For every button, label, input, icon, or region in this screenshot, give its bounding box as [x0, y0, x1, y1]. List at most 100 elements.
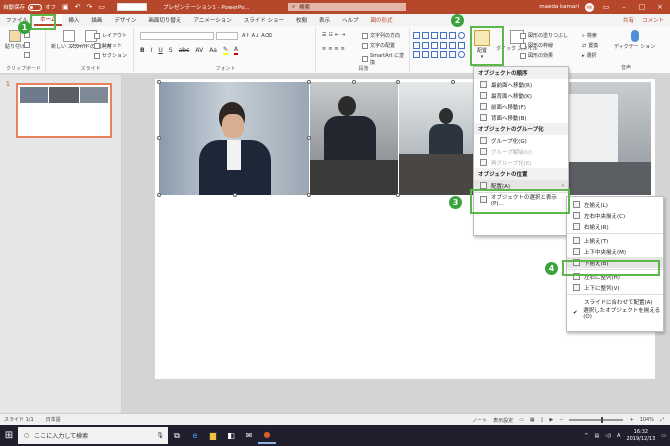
clear-format-icon[interactable]: A⌫	[261, 33, 272, 39]
increase-font-icon[interactable]: A↑	[242, 33, 250, 39]
send-to-back-item[interactable]: 最背面へ移動(K)	[474, 90, 568, 101]
normal-view-icon[interactable]: ▭	[519, 417, 524, 423]
shape-brace-icon[interactable]	[431, 51, 438, 59]
group-item[interactable]: グループ化(G)	[474, 135, 568, 146]
avatar[interactable]: MK	[585, 2, 594, 12]
align-buttons[interactable]: ≡ ≡ ≡ ≡	[322, 46, 345, 52]
shape-arrow-icon[interactable]	[440, 41, 447, 49]
align-center-item[interactable]: 左右中央揃え(C)	[567, 210, 663, 221]
slideshow-view-icon[interactable]: ▶	[549, 417, 553, 423]
language-indicator[interactable]: 日本語	[46, 416, 61, 423]
zoom-slider[interactable]	[569, 417, 624, 423]
selection-handle[interactable]	[451, 80, 455, 84]
align-middle-item[interactable]: 上下中央揃え(M)	[567, 246, 663, 257]
tab-review[interactable]: 校閲	[290, 14, 313, 26]
minimize-icon[interactable]: –	[618, 3, 630, 11]
selection-handle[interactable]	[157, 193, 161, 197]
italic-icon[interactable]: I	[151, 47, 153, 54]
quick-access-box[interactable]	[117, 3, 148, 11]
font-name-select[interactable]	[140, 32, 214, 40]
tab-design[interactable]: デザイン	[108, 14, 142, 26]
replace-button[interactable]: ⇄ 置換	[582, 42, 598, 50]
shape-line-icon[interactable]	[422, 41, 429, 49]
shape-star-icon[interactable]	[440, 51, 447, 59]
char-spacing-icon[interactable]: AV	[195, 47, 203, 54]
shape-rect-icon[interactable]	[449, 41, 456, 49]
shape-brace-icon[interactable]	[422, 51, 429, 59]
selection-handle[interactable]	[307, 193, 311, 197]
store-icon[interactable]: ◧	[222, 427, 240, 444]
start-slideshow-icon[interactable]: ▭	[98, 3, 105, 11]
shape-line-icon[interactable]	[440, 32, 447, 39]
align-left-icon[interactable]: ≡	[322, 46, 326, 52]
align-right-icon[interactable]: ≡	[334, 46, 338, 52]
tab-animations[interactable]: アニメーション	[187, 14, 237, 26]
comments-button[interactable]: コメント	[642, 16, 664, 24]
bring-forward-item[interactable]: 前面へ移動(F)	[474, 101, 568, 112]
underline-icon[interactable]: U	[158, 47, 162, 54]
font-color-icon[interactable]: A	[234, 46, 239, 55]
zoom-out-icon[interactable]: −	[559, 417, 563, 423]
powerpoint-taskbar-icon[interactable]: ●	[258, 427, 276, 444]
save-icon[interactable]: ▣	[62, 3, 69, 11]
shape-outline-button[interactable]: 図形の枠線	[520, 42, 553, 49]
bold-icon[interactable]: B	[140, 47, 145, 54]
shape-rect-icon[interactable]	[413, 32, 420, 39]
tab-draw[interactable]: 描画	[85, 14, 108, 26]
selection-handle[interactable]	[396, 80, 400, 84]
change-case-icon[interactable]: Aa	[209, 47, 217, 54]
tab-help[interactable]: ヘルプ	[336, 14, 365, 26]
tab-view[interactable]: 表示	[313, 14, 336, 26]
task-view-icon[interactable]: ⧉	[168, 427, 186, 444]
shape-oval-icon[interactable]	[458, 32, 465, 39]
share-button[interactable]: 共有	[623, 16, 634, 24]
shape-rect-icon[interactable]	[458, 41, 465, 49]
fit-slide-icon[interactable]: ⤢	[660, 417, 664, 423]
photo-businessman-phone[interactable]	[159, 82, 309, 195]
shape-oval-icon[interactable]	[458, 51, 465, 59]
smartart-button[interactable]: SmartArt に変換	[362, 52, 409, 66]
tab-insert[interactable]: 挿入	[62, 14, 85, 26]
tab-picture-format[interactable]: 図の形式	[365, 14, 399, 26]
bring-to-front-item[interactable]: 最前面へ移動(R)	[474, 79, 568, 90]
format-painter-button[interactable]	[24, 52, 30, 58]
align-selected-item[interactable]: ✔ 選択したオブジェクトを揃える(O)	[567, 307, 663, 320]
volume-icon[interactable]: ◁)	[605, 433, 611, 439]
selection-handle[interactable]	[396, 193, 400, 197]
align-left-item[interactable]: 左揃え(L)	[567, 199, 663, 210]
section-button[interactable]: セクション	[94, 52, 127, 59]
selection-handle[interactable]	[233, 193, 237, 197]
copy-button[interactable]	[24, 42, 30, 48]
shadow-icon[interactable]: S	[169, 47, 173, 54]
shape-fill-button[interactable]: 図形の塗りつぶし	[520, 32, 568, 39]
taskbar-search[interactable]: ○ ここに入力して検索 🎙	[18, 427, 168, 444]
align-text-button[interactable]: 文字の配置	[362, 42, 395, 49]
tab-slideshow[interactable]: スライド ショー	[238, 14, 290, 26]
align-center-icon[interactable]: ≡	[328, 46, 332, 52]
slide-sorter-icon[interactable]: ▦	[530, 417, 535, 423]
zoom-in-icon[interactable]: +	[629, 417, 633, 423]
align-top-item[interactable]: 上揃え(T)	[567, 235, 663, 246]
align-right-item[interactable]: 右揃え(R)	[567, 221, 663, 232]
photo-meeting-man[interactable]	[310, 82, 398, 195]
selection-handle[interactable]	[307, 80, 311, 84]
selection-handle[interactable]	[307, 136, 311, 140]
reset-button[interactable]: リセット	[94, 42, 122, 49]
distribute-vertical-item[interactable]: 上下に整列(V)	[567, 282, 663, 293]
tab-transitions[interactable]: 画面切り替え	[142, 14, 187, 26]
text-direction-button[interactable]: 文字列の方向	[362, 32, 400, 39]
slide-thumbnail[interactable]	[16, 83, 112, 138]
shape-rect-icon[interactable]	[449, 51, 456, 59]
shape-effects-button[interactable]: 図形の効果	[520, 52, 553, 59]
notes-button[interactable]: ノート	[472, 417, 487, 424]
layout-button[interactable]: レイアウト	[94, 32, 127, 39]
undo-icon[interactable]: ↶	[75, 3, 81, 11]
indent-icon[interactable]: ⇤	[335, 32, 339, 38]
strikethrough-icon[interactable]: abc	[179, 47, 190, 54]
find-button[interactable]: ⌕ 検索	[582, 32, 597, 40]
shapes-gallery[interactable]	[413, 32, 465, 60]
justify-icon[interactable]: ≡	[341, 46, 345, 52]
zoom-level[interactable]: 104%	[640, 417, 654, 423]
close-icon[interactable]: ×	[654, 3, 666, 11]
shape-line-icon[interactable]	[431, 32, 438, 39]
